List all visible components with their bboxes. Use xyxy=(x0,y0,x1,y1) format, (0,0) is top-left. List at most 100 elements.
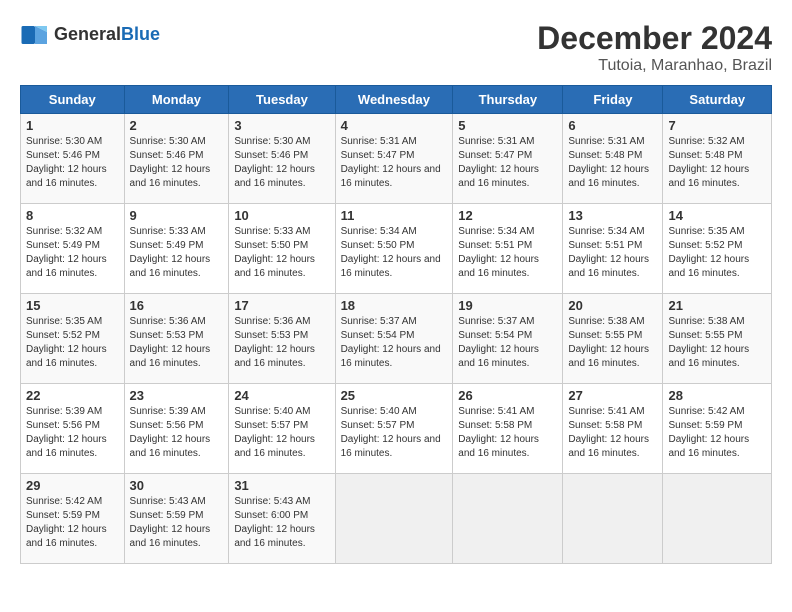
calendar-cell xyxy=(563,474,663,564)
header-day-thursday: Thursday xyxy=(453,86,563,114)
calendar-cell: 11 Sunrise: 5:34 AMSunset: 5:50 PMDaylig… xyxy=(335,204,453,294)
day-number: 10 xyxy=(234,208,329,223)
day-number: 28 xyxy=(668,388,766,403)
calendar-cell: 13 Sunrise: 5:34 AMSunset: 5:51 PMDaylig… xyxy=(563,204,663,294)
day-number: 11 xyxy=(341,208,448,223)
day-info: Sunrise: 5:35 AMSunset: 5:52 PMDaylight:… xyxy=(26,315,119,371)
day-info: Sunrise: 5:31 AMSunset: 5:47 PMDaylight:… xyxy=(458,135,557,191)
day-number: 20 xyxy=(568,298,657,313)
day-number: 19 xyxy=(458,298,557,313)
day-info: Sunrise: 5:32 AMSunset: 5:49 PMDaylight:… xyxy=(26,225,119,281)
calendar-cell xyxy=(453,474,563,564)
calendar-cell: 12 Sunrise: 5:34 AMSunset: 5:51 PMDaylig… xyxy=(453,204,563,294)
logo-general: General xyxy=(54,24,121,44)
day-number: 2 xyxy=(130,118,224,133)
calendar-cell: 7 Sunrise: 5:32 AMSunset: 5:48 PMDayligh… xyxy=(663,114,772,204)
logo-icon xyxy=(20,20,50,50)
calendar-header: SundayMondayTuesdayWednesdayThursdayFrid… xyxy=(21,86,772,114)
day-info: Sunrise: 5:41 AMSunset: 5:58 PMDaylight:… xyxy=(568,405,657,461)
day-number: 30 xyxy=(130,478,224,493)
day-info: Sunrise: 5:34 AMSunset: 5:51 PMDaylight:… xyxy=(458,225,557,281)
day-info: Sunrise: 5:38 AMSunset: 5:55 PMDaylight:… xyxy=(568,315,657,371)
day-number: 3 xyxy=(234,118,329,133)
day-number: 7 xyxy=(668,118,766,133)
day-info: Sunrise: 5:39 AMSunset: 5:56 PMDaylight:… xyxy=(130,405,224,461)
calendar-cell: 26 Sunrise: 5:41 AMSunset: 5:58 PMDaylig… xyxy=(453,384,563,474)
day-info: Sunrise: 5:42 AMSunset: 5:59 PMDaylight:… xyxy=(26,495,119,551)
header-row: SundayMondayTuesdayWednesdayThursdayFrid… xyxy=(21,86,772,114)
header-day-tuesday: Tuesday xyxy=(229,86,335,114)
calendar-cell: 22 Sunrise: 5:39 AMSunset: 5:56 PMDaylig… xyxy=(21,384,125,474)
day-number: 6 xyxy=(568,118,657,133)
day-number: 17 xyxy=(234,298,329,313)
title-area: December 2024 Tutoia, Maranhao, Brazil xyxy=(537,20,772,75)
day-info: Sunrise: 5:34 AMSunset: 5:51 PMDaylight:… xyxy=(568,225,657,281)
day-info: Sunrise: 5:38 AMSunset: 5:55 PMDaylight:… xyxy=(668,315,766,371)
day-info: Sunrise: 5:40 AMSunset: 5:57 PMDaylight:… xyxy=(341,405,448,461)
day-number: 1 xyxy=(26,118,119,133)
calendar-cell: 16 Sunrise: 5:36 AMSunset: 5:53 PMDaylig… xyxy=(124,294,229,384)
calendar-cell: 4 Sunrise: 5:31 AMSunset: 5:47 PMDayligh… xyxy=(335,114,453,204)
week-row-1: 1 Sunrise: 5:30 AMSunset: 5:46 PMDayligh… xyxy=(21,114,772,204)
day-info: Sunrise: 5:42 AMSunset: 5:59 PMDaylight:… xyxy=(668,405,766,461)
calendar-cell: 23 Sunrise: 5:39 AMSunset: 5:56 PMDaylig… xyxy=(124,384,229,474)
day-info: Sunrise: 5:33 AMSunset: 5:50 PMDaylight:… xyxy=(234,225,329,281)
calendar-cell: 18 Sunrise: 5:37 AMSunset: 5:54 PMDaylig… xyxy=(335,294,453,384)
day-number: 31 xyxy=(234,478,329,493)
day-number: 29 xyxy=(26,478,119,493)
day-number: 4 xyxy=(341,118,448,133)
calendar-cell: 24 Sunrise: 5:40 AMSunset: 5:57 PMDaylig… xyxy=(229,384,335,474)
calendar-cell: 14 Sunrise: 5:35 AMSunset: 5:52 PMDaylig… xyxy=(663,204,772,294)
calendar-cell xyxy=(663,474,772,564)
calendar-cell: 30 Sunrise: 5:43 AMSunset: 5:59 PMDaylig… xyxy=(124,474,229,564)
calendar-cell: 29 Sunrise: 5:42 AMSunset: 5:59 PMDaylig… xyxy=(21,474,125,564)
day-info: Sunrise: 5:36 AMSunset: 5:53 PMDaylight:… xyxy=(234,315,329,371)
day-info: Sunrise: 5:37 AMSunset: 5:54 PMDaylight:… xyxy=(458,315,557,371)
day-number: 16 xyxy=(130,298,224,313)
day-number: 26 xyxy=(458,388,557,403)
day-info: Sunrise: 5:33 AMSunset: 5:49 PMDaylight:… xyxy=(130,225,224,281)
day-info: Sunrise: 5:34 AMSunset: 5:50 PMDaylight:… xyxy=(341,225,448,281)
day-info: Sunrise: 5:36 AMSunset: 5:53 PMDaylight:… xyxy=(130,315,224,371)
calendar-cell: 19 Sunrise: 5:37 AMSunset: 5:54 PMDaylig… xyxy=(453,294,563,384)
day-number: 18 xyxy=(341,298,448,313)
calendar-cell: 3 Sunrise: 5:30 AMSunset: 5:46 PMDayligh… xyxy=(229,114,335,204)
day-number: 24 xyxy=(234,388,329,403)
day-number: 22 xyxy=(26,388,119,403)
calendar-cell: 31 Sunrise: 5:43 AMSunset: 6:00 PMDaylig… xyxy=(229,474,335,564)
header-day-sunday: Sunday xyxy=(21,86,125,114)
day-info: Sunrise: 5:40 AMSunset: 5:57 PMDaylight:… xyxy=(234,405,329,461)
day-number: 9 xyxy=(130,208,224,223)
page-header: GeneralBlue December 2024 Tutoia, Maranh… xyxy=(20,20,772,75)
header-day-wednesday: Wednesday xyxy=(335,86,453,114)
week-row-3: 15 Sunrise: 5:35 AMSunset: 5:52 PMDaylig… xyxy=(21,294,772,384)
day-info: Sunrise: 5:31 AMSunset: 5:48 PMDaylight:… xyxy=(568,135,657,191)
calendar-cell: 15 Sunrise: 5:35 AMSunset: 5:52 PMDaylig… xyxy=(21,294,125,384)
header-day-saturday: Saturday xyxy=(663,86,772,114)
day-info: Sunrise: 5:35 AMSunset: 5:52 PMDaylight:… xyxy=(668,225,766,281)
day-info: Sunrise: 5:43 AMSunset: 6:00 PMDaylight:… xyxy=(234,495,329,551)
day-info: Sunrise: 5:31 AMSunset: 5:47 PMDaylight:… xyxy=(341,135,448,191)
day-number: 12 xyxy=(458,208,557,223)
day-info: Sunrise: 5:39 AMSunset: 5:56 PMDaylight:… xyxy=(26,405,119,461)
day-number: 23 xyxy=(130,388,224,403)
calendar-body: 1 Sunrise: 5:30 AMSunset: 5:46 PMDayligh… xyxy=(21,114,772,564)
day-info: Sunrise: 5:30 AMSunset: 5:46 PMDaylight:… xyxy=(130,135,224,191)
week-row-2: 8 Sunrise: 5:32 AMSunset: 5:49 PMDayligh… xyxy=(21,204,772,294)
calendar-cell: 25 Sunrise: 5:40 AMSunset: 5:57 PMDaylig… xyxy=(335,384,453,474)
calendar-cell: 8 Sunrise: 5:32 AMSunset: 5:49 PMDayligh… xyxy=(21,204,125,294)
calendar-cell: 28 Sunrise: 5:42 AMSunset: 5:59 PMDaylig… xyxy=(663,384,772,474)
header-day-monday: Monday xyxy=(124,86,229,114)
day-number: 25 xyxy=(341,388,448,403)
calendar-cell: 27 Sunrise: 5:41 AMSunset: 5:58 PMDaylig… xyxy=(563,384,663,474)
day-number: 14 xyxy=(668,208,766,223)
calendar-cell: 17 Sunrise: 5:36 AMSunset: 5:53 PMDaylig… xyxy=(229,294,335,384)
calendar-cell: 20 Sunrise: 5:38 AMSunset: 5:55 PMDaylig… xyxy=(563,294,663,384)
day-number: 8 xyxy=(26,208,119,223)
logo-blue: Blue xyxy=(121,24,160,44)
day-number: 13 xyxy=(568,208,657,223)
week-row-4: 22 Sunrise: 5:39 AMSunset: 5:56 PMDaylig… xyxy=(21,384,772,474)
day-info: Sunrise: 5:32 AMSunset: 5:48 PMDaylight:… xyxy=(668,135,766,191)
day-info: Sunrise: 5:41 AMSunset: 5:58 PMDaylight:… xyxy=(458,405,557,461)
calendar-cell: 10 Sunrise: 5:33 AMSunset: 5:50 PMDaylig… xyxy=(229,204,335,294)
